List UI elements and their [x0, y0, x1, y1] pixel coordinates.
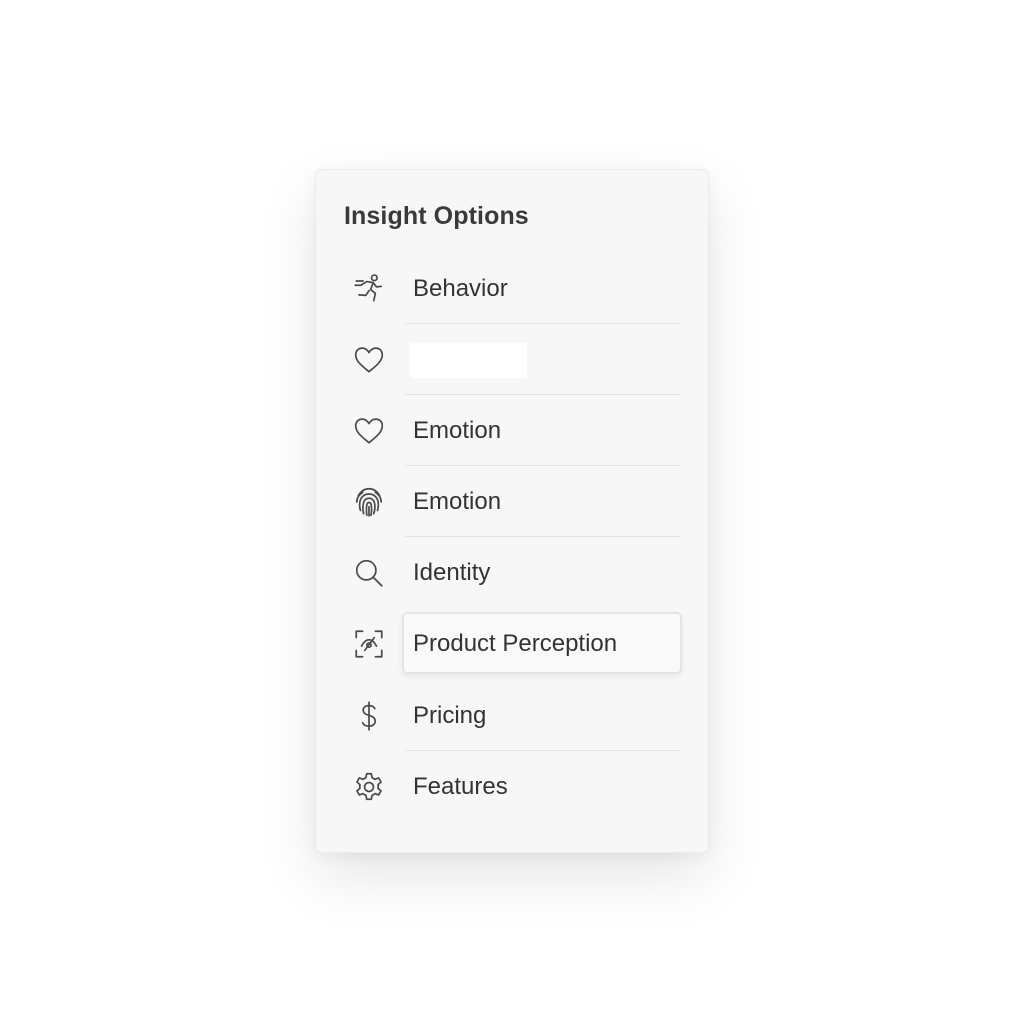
option-behavior[interactable]: Behavior: [316, 254, 710, 324]
fingerprint-icon: [351, 484, 387, 520]
running-person-icon: [351, 271, 387, 307]
heart-icon: [351, 342, 387, 378]
option-label: Identity: [413, 559, 491, 586]
option-label: Product Perception: [413, 630, 618, 657]
insight-options-panel: Insight Options Behavior Emotion Emotion…: [315, 169, 709, 853]
option-emotion-fingerprint[interactable]: Emotion: [316, 467, 710, 537]
option-label: Features: [413, 773, 508, 800]
option-blank[interactable]: [316, 325, 710, 395]
option-label: Emotion: [413, 488, 502, 515]
divider: [405, 750, 681, 751]
option-label: Pricing: [413, 702, 487, 729]
divider: [405, 394, 681, 395]
option-identity[interactable]: Identity: [316, 538, 710, 608]
dollar-icon: [351, 698, 387, 734]
divider: [405, 536, 681, 537]
option-emotion[interactable]: Emotion: [316, 396, 710, 466]
option-pricing[interactable]: Pricing: [316, 681, 710, 751]
divider: [405, 465, 681, 466]
option-features[interactable]: Features: [316, 752, 710, 822]
gear-icon: [351, 769, 387, 805]
option-label: Emotion: [413, 417, 502, 444]
heart-icon: [351, 413, 387, 449]
divider: [405, 323, 681, 324]
scan-eye-icon: [351, 626, 387, 662]
search-icon: [351, 555, 387, 591]
option-product-perception[interactable]: Product Perception: [316, 609, 710, 679]
blank-label-field: [410, 343, 527, 378]
option-label: Behavior: [413, 275, 508, 302]
panel-title: Insight Options: [344, 202, 529, 230]
